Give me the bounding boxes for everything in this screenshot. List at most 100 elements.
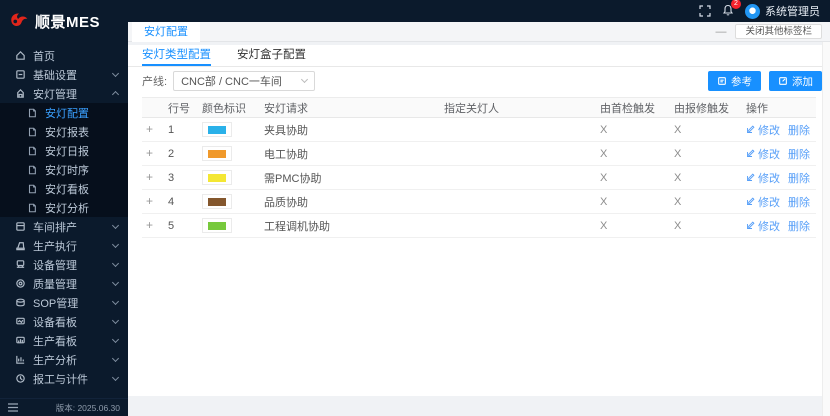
sidebar-item-label: 安灯日报 xyxy=(45,143,118,159)
main-area: 2 系统管理员 安灯配置 — 关闭其他标签栏 安灯类型配置 安灯盒子配置 产线:… xyxy=(128,0,830,416)
sidebar-item-andon-board[interactable]: 安灯看板 xyxy=(0,179,128,198)
sidebar-item-quality-management[interactable]: 质量管理 xyxy=(0,274,128,293)
scrollbar[interactable] xyxy=(822,42,830,416)
version-label: 版本: 2025.06.30 xyxy=(56,402,120,414)
edit-link[interactable]: 修改 xyxy=(746,146,780,162)
color-swatch-fill xyxy=(208,222,226,230)
column-header-line-no: 行号 xyxy=(168,100,202,116)
sidebar-item-equipment-management[interactable]: 设备管理 xyxy=(0,255,128,274)
andon-submenu: 安灯配置 安灯报表 安灯日报 安灯时序 安灯看板 安灯分析 xyxy=(0,103,128,217)
sidebar-item-andon-sequence[interactable]: 安灯时序 xyxy=(0,160,128,179)
table-row: + 2 电工协助 X X 修改 删除 xyxy=(142,142,816,166)
sidebar-item-equipment-board[interactable]: 设备看板 xyxy=(0,312,128,331)
request-cell: 品质协助 xyxy=(264,194,444,210)
tab-andon-config[interactable]: 安灯配置 xyxy=(132,22,200,42)
chevron-down-icon xyxy=(112,298,119,305)
edit-link-label: 修改 xyxy=(758,218,780,234)
production-line-value: CNC部 / CNC一车间 xyxy=(181,73,282,89)
column-header-request: 安灯请求 xyxy=(264,100,444,116)
sidebar-item-home[interactable]: 首页 xyxy=(0,46,128,65)
reference-button-label: 参考 xyxy=(731,74,752,89)
column-header-first-check: 由首检触发 xyxy=(600,100,674,116)
production-execution-icon xyxy=(14,240,26,252)
logo-icon xyxy=(9,11,29,31)
edit-link[interactable]: 修改 xyxy=(746,122,780,138)
sidebar-item-workshop-scheduling[interactable]: 车间排产 xyxy=(0,217,128,236)
sidebar-item-label: 报工与计件 xyxy=(33,371,113,387)
sidebar-toggle-icon[interactable] xyxy=(8,403,18,412)
delete-link[interactable]: 删除 xyxy=(788,170,810,186)
edit-link-label: 修改 xyxy=(758,194,780,210)
first-check-cell: X xyxy=(600,124,674,136)
expand-row-button[interactable]: + xyxy=(146,170,153,184)
tab-andon-type-config[interactable]: 安灯类型配置 xyxy=(142,45,211,66)
notifications-button[interactable]: 2 xyxy=(722,4,734,19)
sidebar-item-piecework[interactable]: 报工与计件 xyxy=(0,369,128,388)
ops-cell: 修改 删除 xyxy=(746,170,816,186)
delete-link[interactable]: 删除 xyxy=(788,194,810,210)
ops-cell: 修改 删除 xyxy=(746,122,816,138)
logo: 顺景MES xyxy=(0,0,128,42)
edit-link-label: 修改 xyxy=(758,122,780,138)
column-header-repair: 由报修触发 xyxy=(674,100,746,116)
table-row: + 1 夹具协助 X X 修改 删除 xyxy=(142,118,816,142)
production-line-select[interactable]: CNC部 / CNC一车间 xyxy=(173,71,315,91)
tab-andon-box-config[interactable]: 安灯盒子配置 xyxy=(237,45,306,66)
request-cell: 需PMC协助 xyxy=(264,170,444,186)
avatar xyxy=(745,4,760,19)
edit-link[interactable]: 修改 xyxy=(746,194,780,210)
production-analysis-icon xyxy=(14,354,26,366)
production-board-icon xyxy=(14,335,26,347)
tab-bar: 安灯配置 — 关闭其他标签栏 xyxy=(128,22,830,42)
sidebar-item-label: 基础设置 xyxy=(33,67,113,83)
sidebar-item-label: 生产执行 xyxy=(33,238,113,254)
sidebar-item-sop-management[interactable]: SOP管理 xyxy=(0,293,128,312)
expand-row-button[interactable]: + xyxy=(146,146,153,160)
sidebar-item-label: 安灯配置 xyxy=(45,105,118,121)
expand-row-button[interactable]: + xyxy=(146,122,153,136)
sidebar-item-production-board[interactable]: 生产看板 xyxy=(0,331,128,350)
edit-link[interactable]: 修改 xyxy=(746,218,780,234)
sidebar-item-basic-settings[interactable]: 基础设置 xyxy=(0,65,128,84)
edit-link[interactable]: 修改 xyxy=(746,170,780,186)
add-button-label: 添加 xyxy=(792,74,813,89)
chevron-down-icon xyxy=(301,76,308,83)
color-cell xyxy=(202,170,264,185)
color-swatch xyxy=(202,170,232,185)
color-cell xyxy=(202,194,264,209)
content-card: 安灯类型配置 安灯盒子配置 产线: CNC部 / CNC一车间 参考 xyxy=(128,45,830,396)
line-no-cell: 2 xyxy=(168,148,202,160)
sidebar-item-production-analysis[interactable]: 生产分析 xyxy=(0,350,128,369)
equipment-board-icon xyxy=(14,316,26,328)
more-tabs-icon[interactable]: — xyxy=(715,26,726,38)
sidebar-item-andon-daily[interactable]: 安灯日报 xyxy=(0,141,128,160)
request-cell: 工程调机协助 xyxy=(264,218,444,234)
color-swatch xyxy=(202,146,232,161)
expand-row-button[interactable]: + xyxy=(146,218,153,232)
sidebar-item-andon-analysis[interactable]: 安灯分析 xyxy=(0,198,128,217)
line-no-cell: 1 xyxy=(168,124,202,136)
delete-link[interactable]: 删除 xyxy=(788,146,810,162)
sub-tabs: 安灯类型配置 安灯盒子配置 xyxy=(128,45,830,67)
sidebar-item-andon-report[interactable]: 安灯报表 xyxy=(0,122,128,141)
expand-row-button[interactable]: + xyxy=(146,194,153,208)
fullscreen-icon[interactable] xyxy=(699,5,711,17)
color-swatch xyxy=(202,194,232,209)
delete-link[interactable]: 删除 xyxy=(788,122,810,138)
reference-button[interactable]: 参考 xyxy=(708,71,761,91)
delete-link[interactable]: 删除 xyxy=(788,218,810,234)
sidebar-item-andon-config[interactable]: 安灯配置 xyxy=(0,103,128,122)
color-swatch-fill xyxy=(208,126,226,134)
first-check-cell: X xyxy=(600,148,674,160)
add-button[interactable]: 添加 xyxy=(769,71,822,91)
sidebar-item-label: 安灯看板 xyxy=(45,181,118,197)
sidebar-item-andon-management[interactable]: 安灯管理 xyxy=(0,84,128,103)
sidebar-item-production-execution[interactable]: 生产执行 xyxy=(0,236,128,255)
chevron-down-icon xyxy=(112,279,119,286)
line-no-cell: 3 xyxy=(168,172,202,184)
document-icon xyxy=(26,145,38,157)
document-icon xyxy=(26,126,38,138)
repair-cell: X xyxy=(674,124,746,136)
close-other-tabs-button[interactable]: 关闭其他标签栏 xyxy=(735,24,822,39)
user-menu[interactable]: 系统管理员 xyxy=(745,3,820,19)
